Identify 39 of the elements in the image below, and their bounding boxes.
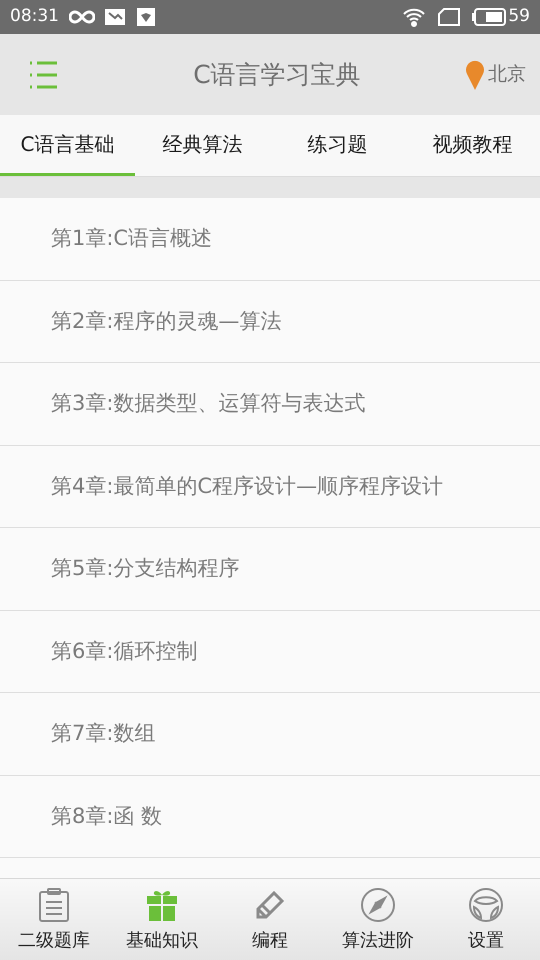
chapter-row[interactable]: 第3章:数据类型、运算符与表达式: [0, 363, 540, 446]
location-button[interactable]: 北京: [466, 60, 526, 90]
sim-card-icon: [438, 8, 460, 26]
battery-percent: 59: [508, 5, 530, 28]
location-pin-icon: [466, 60, 484, 90]
chapter-title: 第1章:C语言概述: [51, 225, 212, 252]
menu-icon[interactable]: [28, 60, 58, 88]
steering-wheel-icon: [468, 887, 504, 923]
nav-item[interactable]: 算法进阶: [324, 879, 432, 960]
chapter-row[interactable]: 第5章:分支结构程序: [0, 528, 540, 610]
status-time: 08:31: [10, 5, 59, 28]
app-title: C语言学习宝典: [193, 58, 361, 91]
chapter-title: 第2章:程序的灵魂—算法: [51, 308, 282, 334]
wifi-icon: [402, 7, 426, 27]
tab[interactable]: 练习题: [270, 115, 405, 176]
clipboard-icon: [36, 887, 72, 923]
chapter-row[interactable]: 第4章:最简单的C程序设计—顺序程序设计: [0, 446, 540, 528]
chapter-title: 第5章:分支结构程序: [51, 555, 240, 582]
chapter-title: 第6章:循环控制: [51, 638, 198, 664]
nav-item[interactable]: 二级题库: [0, 879, 108, 960]
infinity-icon: [69, 10, 95, 24]
chapter-title: 第4章:最简单的C程序设计—顺序程序设计: [51, 472, 444, 500]
nav-item[interactable]: 设置: [432, 879, 540, 960]
shield-icon: [137, 8, 155, 26]
chapter-title: 第7章:数组: [51, 720, 156, 747]
tab[interactable]: 视频教程: [405, 115, 540, 176]
battery-icon: [472, 8, 506, 26]
chapter-title: 第3章:数据类型、运算符与表达式: [51, 390, 366, 417]
chapter-row[interactable]: 第2章:程序的灵魂—算法: [0, 280, 540, 363]
nav-item[interactable]: 基础知识: [108, 879, 216, 960]
tab[interactable]: 经典算法: [135, 115, 270, 176]
nav-item[interactable]: 编程: [216, 879, 324, 960]
compass-icon: [360, 887, 396, 923]
chapter-row[interactable]: 第1章:C语言概述: [0, 198, 540, 280]
chapter-title: 第8章:函 数: [51, 802, 162, 830]
chapter-row[interactable]: 第7章:数组: [0, 693, 540, 776]
image-icon: [105, 9, 125, 25]
chapter-row[interactable]: 第8章:函 数: [0, 776, 540, 858]
chapter-row[interactable]: 第6章:循环控制: [0, 610, 540, 693]
